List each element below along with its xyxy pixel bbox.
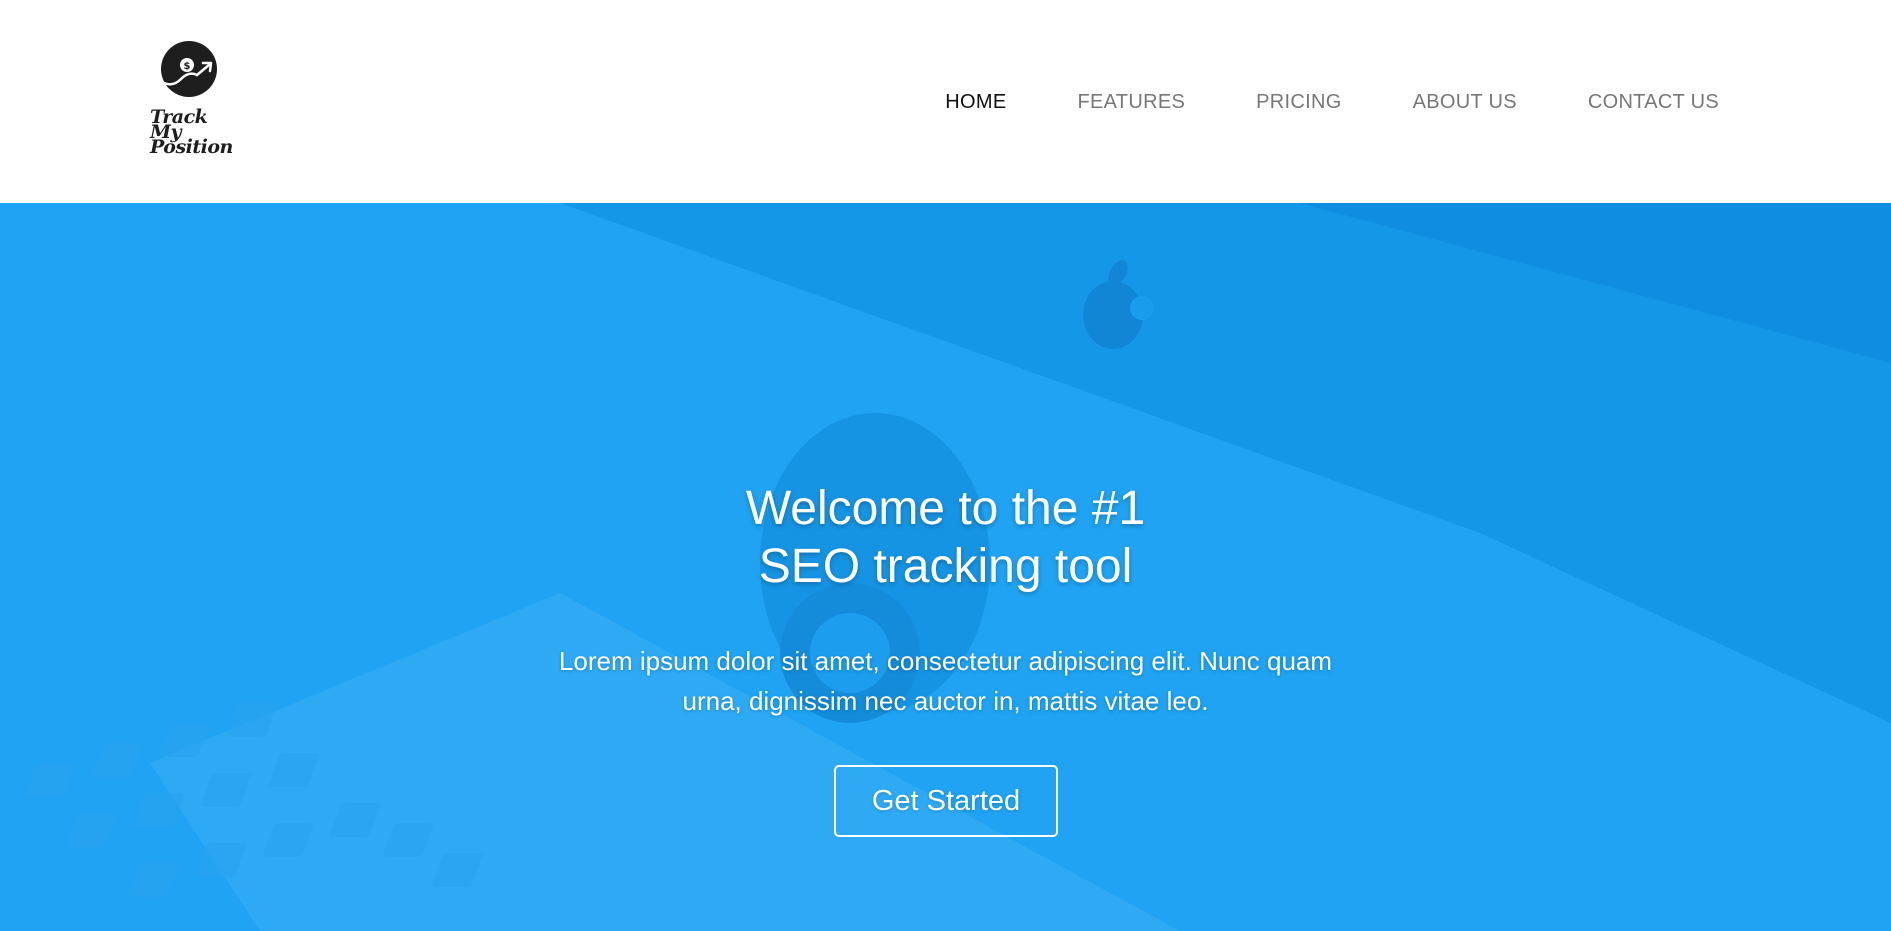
nav-item-features[interactable]: FEATURES (1078, 88, 1186, 116)
get-started-button[interactable]: Get Started (834, 765, 1058, 837)
nav-item-home[interactable]: HOME (945, 88, 1006, 116)
site-logo[interactable]: $ Track My Position (146, 38, 236, 168)
logo-line-3: Position (150, 136, 233, 158)
main-nav: HOME FEATURES PRICING ABOUT US CONTACT U… (874, 88, 1719, 116)
svg-text:$: $ (184, 61, 191, 72)
nav-item-contact-us[interactable]: CONTACT US (1588, 88, 1719, 116)
logo-wordmark: Track My Position (150, 108, 236, 158)
hero-section: Welcome to the #1 SEO tracking tool Lore… (0, 203, 1891, 931)
hero-description: Lorem ipsum dolor sit amet, consectetur … (0, 641, 1891, 721)
hero-title-line-2: SEO tracking tool (758, 540, 1133, 593)
nav-item-about-us[interactable]: ABOUT US (1413, 88, 1517, 116)
hero-description-line-1: Lorem ipsum dolor sit amet, consectetur … (558, 646, 1333, 676)
nav-item-pricing[interactable]: PRICING (1256, 88, 1341, 116)
site-header: $ Track My Position HOME FEATURES PRICIN… (0, 0, 1891, 203)
hero-title-line-1: Welcome to the #1 (745, 482, 1146, 535)
hero-description-line-2: urna, dignissim nec auctor in, mattis vi… (682, 686, 1209, 716)
dollar-growth-icon: $ (161, 41, 217, 97)
hero-title: Welcome to the #1 SEO tracking tool (0, 480, 1891, 596)
